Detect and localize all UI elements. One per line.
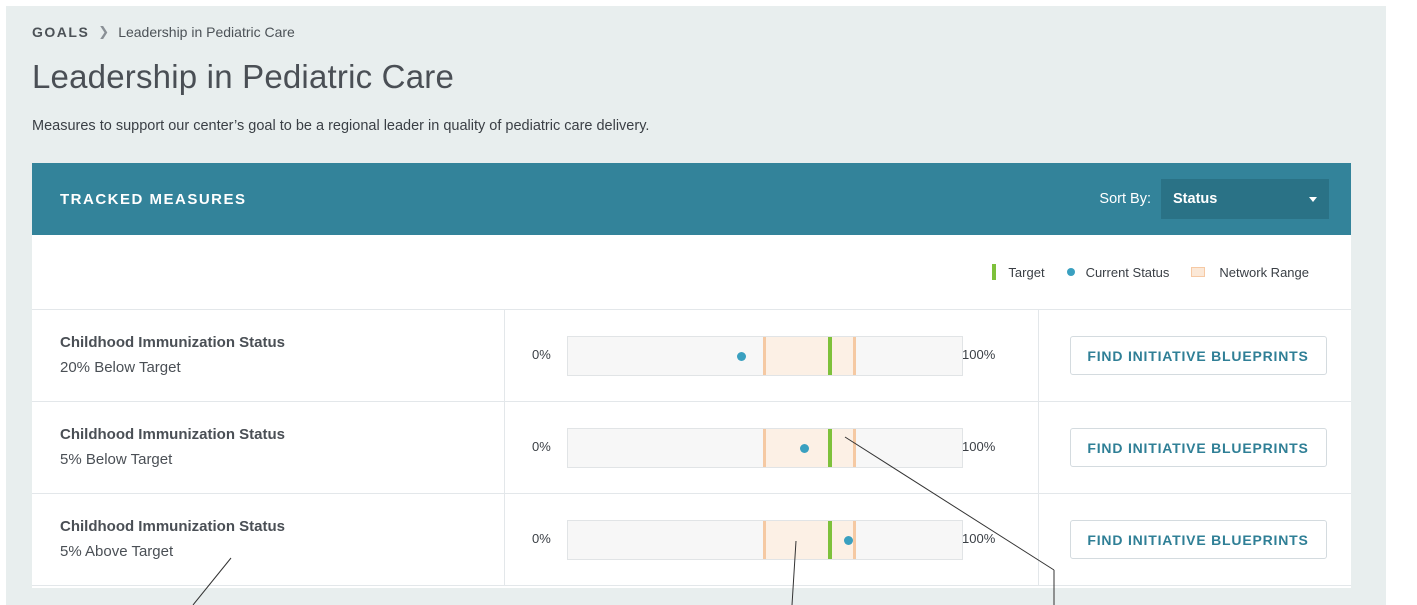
measure-status: 20% Below Target — [60, 359, 181, 376]
legend-item-current-status: Current Status — [1066, 264, 1170, 280]
measure-name-cell: Childhood Immunization Status 5% Below T… — [32, 402, 505, 493]
legend-item-target: Target — [992, 264, 1045, 280]
measure-name: Childhood Immunization Status — [60, 426, 285, 443]
sort-label: Sort By: — [1099, 191, 1151, 207]
scale-min-label: 0% — [532, 347, 551, 362]
legend-current-status-label: Current Status — [1085, 264, 1170, 280]
page-title: Leadership in Pediatric Care — [32, 58, 454, 95]
page-description: Measures to support our center’s goal to… — [32, 118, 650, 134]
current-status-dot — [843, 536, 853, 545]
network-range-band — [763, 429, 856, 467]
caret-down-icon — [1309, 196, 1317, 202]
target-marker-icon — [992, 264, 997, 280]
find-initiative-blueprints-button[interactable]: FIND INITIATIVE BLUEPRINTS — [1069, 520, 1327, 559]
scale-max-label: 100% — [962, 531, 996, 546]
measure-row: Childhood Immunization Status 5% Below T… — [32, 402, 1351, 494]
find-initiative-blueprints-button[interactable]: FIND INITIATIVE BLUEPRINTS — [1069, 336, 1327, 375]
action-cell: FIND INITIATIVE BLUEPRINTS — [1039, 494, 1351, 585]
action-cell: FIND INITIATIVE BLUEPRINTS — [1039, 310, 1351, 401]
measure-bullet-chart: 0% 100% — [505, 310, 1039, 401]
target-marker — [828, 337, 832, 375]
scale-max-label: 100% — [962, 347, 996, 362]
sort-selected-value: Status — [1173, 191, 1218, 207]
panel-title: TRACKED MEASURES — [60, 190, 247, 208]
status-dot-icon — [1066, 268, 1075, 276]
current-status-dot — [737, 352, 747, 361]
measure-row: Childhood Immunization Status 5% Above T… — [32, 494, 1351, 586]
legend-target-label: Target — [1008, 264, 1045, 280]
measure-row: Childhood Immunization Status 20% Below … — [32, 310, 1351, 402]
measure-name: Childhood Immunization Status — [60, 334, 285, 351]
legend-item-network-range: Network Range — [1191, 265, 1309, 280]
panel-header: TRACKED MEASURES Sort By: Status — [32, 163, 1351, 235]
sort-dropdown[interactable]: Status — [1161, 179, 1329, 219]
find-initiative-blueprints-button[interactable]: FIND INITIATIVE BLUEPRINTS — [1069, 428, 1327, 467]
measure-name: Childhood Immunization Status — [60, 518, 285, 535]
network-range-band — [763, 337, 856, 375]
chart-track — [567, 520, 963, 560]
target-marker — [828, 429, 832, 467]
scale-min-label: 0% — [532, 439, 551, 454]
tracked-measures-panel: TRACKED MEASURES Sort By: Status Target … — [32, 163, 1351, 588]
chevron-right-icon: ❯ — [98, 24, 110, 39]
sort-control: Sort By: Status — [1099, 179, 1329, 219]
action-cell: FIND INITIATIVE BLUEPRINTS — [1039, 402, 1351, 493]
measure-status: 5% Below Target — [60, 451, 173, 468]
scale-max-label: 100% — [962, 439, 996, 454]
measure-status: 5% Above Target — [60, 543, 174, 560]
chart-track — [567, 428, 963, 468]
network-range-band — [763, 521, 856, 559]
breadcrumb: GOALS ❯ Leadership in Pediatric Care — [32, 24, 295, 40]
range-swatch-icon — [1191, 267, 1206, 277]
measure-bullet-chart: 0% 100% — [505, 402, 1039, 493]
legend-network-range-label: Network Range — [1219, 264, 1309, 280]
scale-min-label: 0% — [532, 531, 551, 546]
measure-name-cell: Childhood Immunization Status 20% Below … — [32, 310, 505, 401]
chart-track — [567, 336, 963, 376]
measure-bullet-chart: 0% 100% — [505, 494, 1039, 585]
chart-legend: Target Current Status Network Range — [32, 235, 1351, 310]
breadcrumb-current: Leadership in Pediatric Care — [118, 24, 295, 40]
measure-name-cell: Childhood Immunization Status 5% Above T… — [32, 494, 505, 585]
breadcrumb-root-link[interactable]: GOALS — [32, 24, 89, 40]
target-marker — [828, 521, 832, 559]
